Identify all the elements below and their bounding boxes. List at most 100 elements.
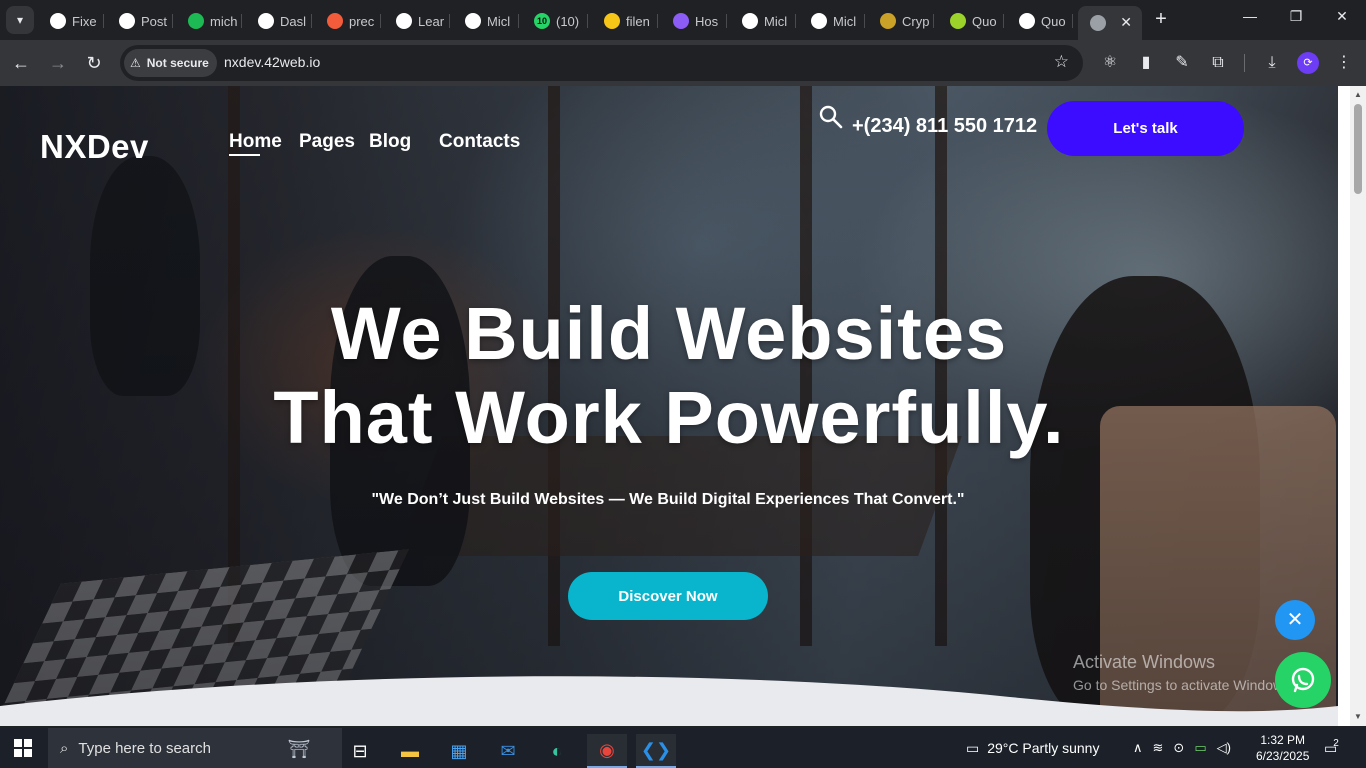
download-icon[interactable]: ⤓	[1261, 52, 1283, 74]
quote-icon	[950, 13, 966, 29]
dashboard-icon	[258, 13, 274, 29]
task-view-icon[interactable]: ⊟	[340, 734, 380, 768]
profile-avatar[interactable]: ⟳	[1297, 52, 1319, 74]
tab-separator	[449, 14, 450, 28]
browser-tab[interactable]: Micl	[799, 8, 865, 34]
close-chat-button[interactable]: ✕	[1275, 600, 1315, 640]
bookmark-star-icon[interactable]: ☆	[1054, 52, 1069, 72]
browser-tab-label: Quo	[1041, 13, 1066, 29]
nav-home[interactable]: Home	[229, 131, 282, 153]
browser-tab-label: filen	[626, 13, 650, 29]
weather-widget[interactable]: ▭ 29°C Partly sunny	[966, 728, 1099, 768]
chrome-icon[interactable]: ◉	[587, 734, 627, 768]
globe-icon	[742, 13, 758, 29]
extensions-puzzle-icon[interactable]: ⧉	[1207, 52, 1229, 74]
scroll-up-arrow-icon[interactable]: ▲	[1354, 90, 1362, 99]
activate-windows-watermark: Activate Windows Go to Settings to activ…	[1073, 652, 1294, 693]
browser-tab[interactable]: Hos	[661, 8, 727, 34]
mail-icon[interactable]: ✉	[488, 734, 528, 768]
close-tab-icon[interactable]: ✕	[1120, 14, 1132, 31]
extension-doc-icon[interactable]: ▮	[1135, 52, 1157, 74]
site-logo[interactable]: NXDev	[40, 128, 149, 166]
scroll-down-arrow-icon[interactable]: ▼	[1354, 712, 1362, 721]
browser-tab[interactable]: Cryp	[868, 8, 934, 34]
discover-now-button[interactable]: Discover Now	[568, 572, 768, 620]
chevron-down-icon: ▾	[16, 13, 24, 27]
edge-icon[interactable]: ◐	[537, 734, 577, 768]
browser-tab[interactable]: Fixe	[38, 8, 104, 34]
browser-tab[interactable]: Micl	[453, 8, 519, 34]
hero-headline-line-1: We Build Websites	[330, 292, 1008, 375]
scroll-thumb[interactable]	[1354, 104, 1362, 194]
forward-button[interactable]: →	[47, 52, 69, 74]
whatsapp-icon	[1291, 667, 1315, 693]
tab-separator	[311, 14, 312, 28]
browser-tab-label: Micl	[487, 13, 511, 29]
browser-tab-label: mich	[210, 13, 238, 29]
file-explorer-icon[interactable]: ▬	[390, 734, 430, 768]
page-scrollbar[interactable]: ▲ ▼	[1350, 86, 1366, 726]
clock-time: 1:32 PM	[1260, 733, 1306, 747]
tray-chevron-up-icon[interactable]: ∧	[1133, 740, 1143, 756]
whatsapp-icon: 10	[534, 13, 550, 29]
browser-tab[interactable]: Lear	[384, 8, 450, 34]
nav-blog[interactable]: Blog	[369, 131, 411, 153]
vscode-icon[interactable]: ❮❯	[636, 734, 676, 768]
browser-tab[interactable]: Post	[107, 8, 173, 34]
browser-tab[interactable]: filen	[592, 8, 658, 34]
restore-button[interactable]: ❐	[1284, 8, 1308, 25]
search-highlight-icon[interactable]: ⛩	[269, 732, 329, 766]
react-devtools-icon[interactable]: ⚛	[1099, 52, 1121, 74]
browser-tab[interactable]: 10 (10)	[522, 8, 588, 34]
browser-tab[interactable]: Micl	[730, 8, 796, 34]
lets-talk-button[interactable]: Let's talk	[1047, 101, 1244, 156]
close-icon: ✕	[1286, 609, 1304, 631]
globe-icon	[1090, 15, 1106, 31]
wifi-icon[interactable]: ≋	[1153, 740, 1164, 756]
browser-tab[interactable]: Quo	[1007, 8, 1073, 34]
reload-button[interactable]: ↻	[83, 52, 105, 74]
openai-icon	[119, 13, 135, 29]
new-tab-button[interactable]: +	[1150, 8, 1172, 30]
battery-icon[interactable]: ▭	[1194, 740, 1206, 756]
microsoft-store-icon[interactable]: ▦	[439, 734, 479, 768]
filen-icon	[604, 13, 620, 29]
browser-tab-label: Micl	[833, 13, 857, 29]
tab-separator	[657, 14, 658, 28]
tab-separator	[1003, 14, 1004, 28]
nav-pages[interactable]: Pages	[299, 131, 355, 153]
close-window-button[interactable]: ✕	[1330, 8, 1354, 25]
browser-tab-label: (10)	[556, 13, 580, 29]
browser-tab[interactable]: mich	[176, 8, 242, 34]
browser-tab[interactable]: prec	[315, 8, 381, 34]
address-bar[interactable]: ⚠ Not secure nxdev.42web.io ☆	[120, 45, 1083, 81]
color-picker-icon[interactable]: ✎	[1171, 52, 1193, 74]
notification-center[interactable]: ▭ 2	[1324, 728, 1339, 768]
tab-separator	[241, 14, 242, 28]
browser-tab[interactable]: Dasl	[246, 8, 312, 34]
back-button[interactable]: ←	[10, 52, 32, 74]
url-text[interactable]: nxdev.42web.io	[224, 54, 320, 70]
warning-icon: ⚠	[130, 56, 141, 70]
whatsapp-chat-button[interactable]	[1275, 652, 1331, 708]
minimize-button[interactable]: —	[1238, 8, 1262, 24]
browser-tab-label: Micl	[764, 13, 788, 29]
page-viewport: NXDev Home Pages Blog Contacts +(234) 81…	[0, 86, 1338, 726]
hero-headline-line-2: That Work Powerfully.	[273, 376, 1065, 459]
meet-now-icon[interactable]: ⊙	[1173, 740, 1184, 756]
weather-text: 29°C Partly sunny	[987, 740, 1100, 756]
browser-tab[interactable]: Quo	[938, 8, 1004, 34]
search-icon[interactable]	[818, 104, 844, 130]
nav-contacts[interactable]: Contacts	[439, 131, 520, 153]
tab-search-button[interactable]: ▾	[6, 6, 34, 34]
bolt-icon	[188, 13, 204, 29]
start-button[interactable]	[14, 739, 32, 757]
browser-toolbar: ← → ↻ ⚠ Not secure nxdev.42web.io ☆ ⚛ ▮ …	[0, 40, 1366, 86]
system-clock[interactable]: 1:32 PM 6/23/2025	[1256, 732, 1309, 764]
tab-active[interactable]: ✕	[1078, 6, 1142, 40]
page-right-edge	[1338, 86, 1350, 726]
phone-number[interactable]: +(234) 811 550 1712	[852, 115, 1037, 138]
menu-kebab-icon[interactable]: ⋮	[1333, 52, 1355, 74]
volume-icon[interactable]: ◁)	[1217, 740, 1231, 756]
security-chip[interactable]: ⚠ Not secure	[124, 49, 217, 77]
